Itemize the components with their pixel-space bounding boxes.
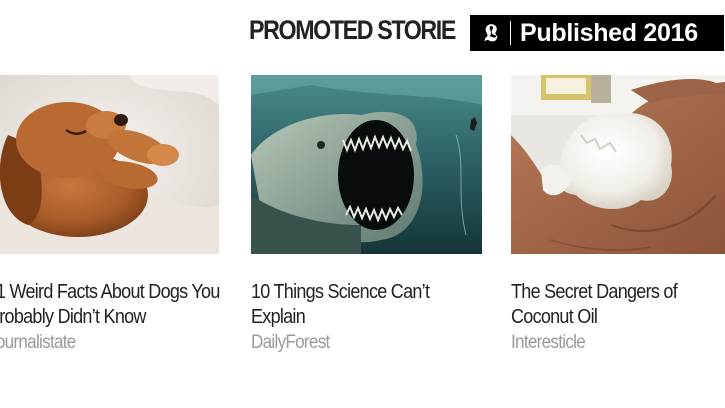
story-source[interactable]: Journalistate: [0, 332, 196, 354]
badge-divider: [510, 21, 511, 45]
story-title[interactable]: The Secret Dangers of Coconut Oil: [511, 280, 725, 330]
published-date-badge: 𝕷 Published 2016: [470, 15, 724, 51]
promoted-story-card[interactable]: The Secret Dangers of Coconut Oil Intere…: [511, 75, 725, 354]
nyt-logo-icon: 𝕷: [484, 18, 498, 47]
story-source[interactable]: Interesticle: [511, 332, 719, 354]
published-year-label: Published 2016: [520, 18, 698, 47]
giant-sea-creature-image[interactable]: [251, 75, 482, 254]
promoted-stories-heading: PROMOTED STORIE: [249, 15, 456, 45]
story-title[interactable]: 10 Things Science Can’t Explain: [251, 280, 483, 330]
story-title[interactable]: 11 Weird Facts About Dogs You Probably D…: [0, 280, 220, 330]
story-source[interactable]: DailyForest: [251, 332, 459, 354]
coconut-oil-in-hand-image[interactable]: [511, 75, 725, 254]
promoted-story-card[interactable]: 11 Weird Facts About Dogs You Probably D…: [0, 75, 220, 354]
promoted-story-card[interactable]: 10 Things Science Can’t Explain DailyFor…: [251, 75, 482, 354]
sleeping-puppy-image[interactable]: [0, 75, 219, 254]
